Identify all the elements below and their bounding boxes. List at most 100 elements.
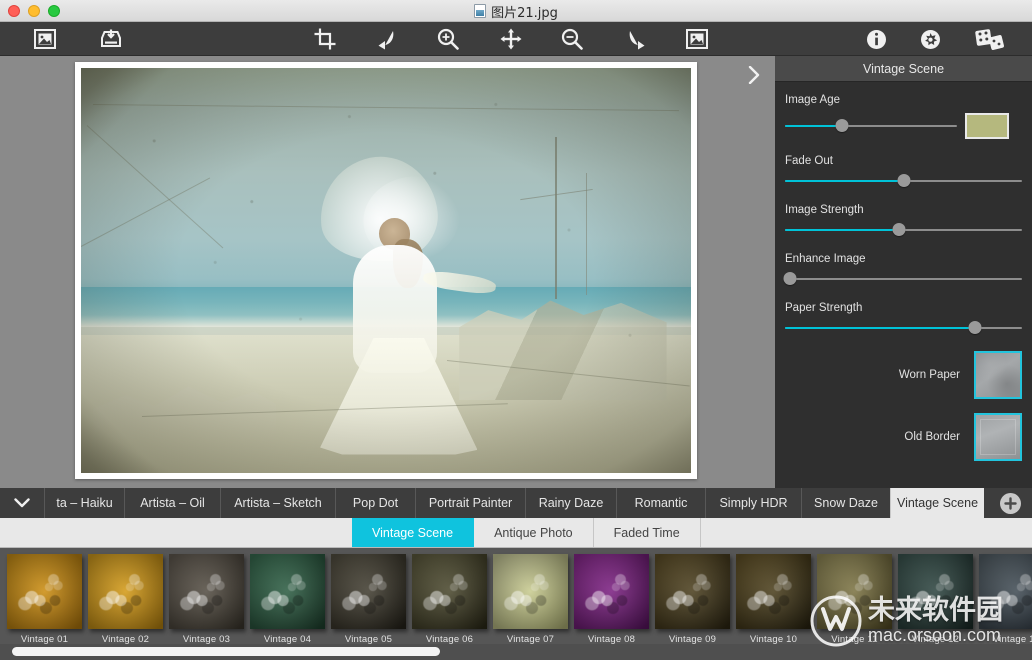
add-filter-button[interactable] <box>1000 492 1021 514</box>
plus-icon <box>1004 496 1017 510</box>
preset-thumbnail[interactable] <box>169 554 244 629</box>
preset-thumbnail-art <box>574 554 649 629</box>
preset-item[interactable]: Vintage 10 <box>733 548 814 645</box>
preset-thumbnail[interactable] <box>250 554 325 629</box>
minimize-button[interactable] <box>28 4 40 17</box>
preset-item[interactable]: Vintage 02 <box>85 548 166 645</box>
filter-tab-4[interactable]: Portrait Painter <box>415 488 525 518</box>
preset-thumbnail[interactable] <box>88 554 163 629</box>
photo-figure <box>313 151 497 455</box>
worn-paper-label: Worn Paper <box>898 369 960 381</box>
open-image-button[interactable] <box>22 22 68 56</box>
filter-list-toggle[interactable] <box>0 488 44 518</box>
preset-item[interactable]: Vintage 04 <box>247 548 328 645</box>
preset-item[interactable]: Vintage 13 <box>976 548 1032 645</box>
preset-item[interactable]: Vintage 07 <box>490 548 571 645</box>
settings-button[interactable] <box>907 22 953 56</box>
preset-thumbnail-art <box>817 554 892 629</box>
preset-strip-scrollbar[interactable] <box>12 647 440 656</box>
preset-item[interactable]: Vintage 03 <box>166 548 247 645</box>
image-strength-slider[interactable] <box>785 223 1022 237</box>
redo-button[interactable] <box>613 22 659 56</box>
preset-thumbnail[interactable] <box>898 554 973 629</box>
preset-item[interactable]: Vintage 11 <box>814 548 895 645</box>
preset-item[interactable]: Vintage 05 <box>328 548 409 645</box>
preset-thumbnail[interactable] <box>7 554 82 629</box>
preset-thumbnail[interactable] <box>736 554 811 629</box>
preset-item[interactable]: Vintage 09 <box>652 548 733 645</box>
old-border-thumb[interactable] <box>974 413 1022 461</box>
image-age-color-swatch[interactable] <box>965 113 1009 139</box>
preset-thumbnail[interactable] <box>979 554 1032 629</box>
preset-thumbnail-art <box>7 554 82 629</box>
slider-knob[interactable] <box>892 223 906 236</box>
fit-image-button[interactable] <box>674 22 720 56</box>
worn-paper-thumb[interactable] <box>974 351 1022 399</box>
redo-arrow-icon <box>629 31 645 50</box>
subtab-spacer <box>0 518 352 547</box>
filter-tab-label: Vintage Scene <box>896 496 979 510</box>
undo-arrow-icon <box>378 31 394 50</box>
filter-subtab-label: Vintage Scene <box>372 525 454 540</box>
slider-knob[interactable] <box>783 272 797 285</box>
preset-thumbnail[interactable] <box>574 554 649 629</box>
slider-knob[interactable] <box>835 119 849 132</box>
undo-button[interactable] <box>364 22 410 56</box>
filter-subtab-2[interactable]: Faded Time <box>594 518 701 547</box>
preset-thumbnail[interactable] <box>331 554 406 629</box>
preset-item[interactable]: Vintage 08 <box>571 548 652 645</box>
filter-tab-6[interactable]: Romantic <box>616 488 705 518</box>
filter-tab-1[interactable]: Artista – Oil <box>124 488 220 518</box>
filter-subtab-1[interactable]: Antique Photo <box>474 518 594 547</box>
preset-thumbnail[interactable] <box>412 554 487 629</box>
preset-item[interactable]: Vintage 06 <box>409 548 490 645</box>
slider-knob[interactable] <box>968 321 982 334</box>
preset-thumbnail-art <box>898 554 973 629</box>
info-circle-icon <box>866 29 886 49</box>
preset-thumbnail[interactable] <box>493 554 568 629</box>
preset-thumbnail-art <box>655 554 730 629</box>
crop-icon <box>314 28 336 50</box>
filter-tab-label: Artista – Oil <box>140 496 205 510</box>
filter-tab-9[interactable]: Vintage Scene <box>890 488 984 518</box>
photo-mast <box>554 136 557 299</box>
filter-tab-3[interactable]: Pop Dot <box>335 488 415 518</box>
panel-body: Image Age Fade Out Image Strength Enhanc… <box>775 82 1032 461</box>
control-image-age: Image Age <box>785 94 1022 139</box>
crop-button[interactable] <box>302 22 348 56</box>
save-image-button[interactable] <box>88 22 134 56</box>
slider-fill <box>785 327 975 329</box>
preset-list: Vintage 01 Vintage 02 Vintage 03 Vintage 04… <box>0 548 1032 645</box>
filter-tab-2[interactable]: Artista – Sketch <box>220 488 335 518</box>
zoom-out-button[interactable] <box>549 22 595 56</box>
fade-out-slider[interactable] <box>785 174 1022 188</box>
filter-subtab-label: Antique Photo <box>494 525 573 540</box>
preset-thumbnail[interactable] <box>655 554 730 629</box>
image-canvas[interactable] <box>0 56 775 488</box>
texture-row-old-border: Old Border <box>785 413 1022 461</box>
image-age-slider[interactable] <box>785 119 957 133</box>
expand-panel-button[interactable] <box>743 64 765 86</box>
control-label: Paper Strength <box>785 302 863 314</box>
control-enhance-image: Enhance Image <box>783 253 1022 286</box>
filter-subtab-bar: Vintage Scene Antique Photo Faded Time <box>0 518 1032 548</box>
zoom-button[interactable] <box>48 4 60 17</box>
preset-strip-scroll-area[interactable] <box>0 644 1032 660</box>
preset-item[interactable]: Vintage 12 <box>895 548 976 645</box>
pan-button[interactable] <box>488 22 534 56</box>
preset-thumbnail-art <box>250 554 325 629</box>
filter-tab-8[interactable]: Snow Daze <box>801 488 890 518</box>
random-button[interactable] <box>967 22 1013 56</box>
preset-item[interactable]: Vintage 01 <box>4 548 85 645</box>
slider-knob[interactable] <box>897 174 910 187</box>
info-button[interactable] <box>853 22 899 56</box>
filter-tab-5[interactable]: Rainy Daze <box>525 488 616 518</box>
filter-subtab-0[interactable]: Vintage Scene <box>352 518 475 547</box>
filter-tab-7[interactable]: Simply HDR <box>705 488 801 518</box>
zoom-in-button[interactable] <box>425 22 471 56</box>
paper-strength-slider[interactable] <box>785 321 1022 335</box>
close-button[interactable] <box>8 4 20 17</box>
preset-thumbnail[interactable] <box>817 554 892 629</box>
filter-tab-0[interactable]: ta – Haiku <box>44 488 124 518</box>
enhance-image-slider[interactable] <box>783 272 1022 286</box>
